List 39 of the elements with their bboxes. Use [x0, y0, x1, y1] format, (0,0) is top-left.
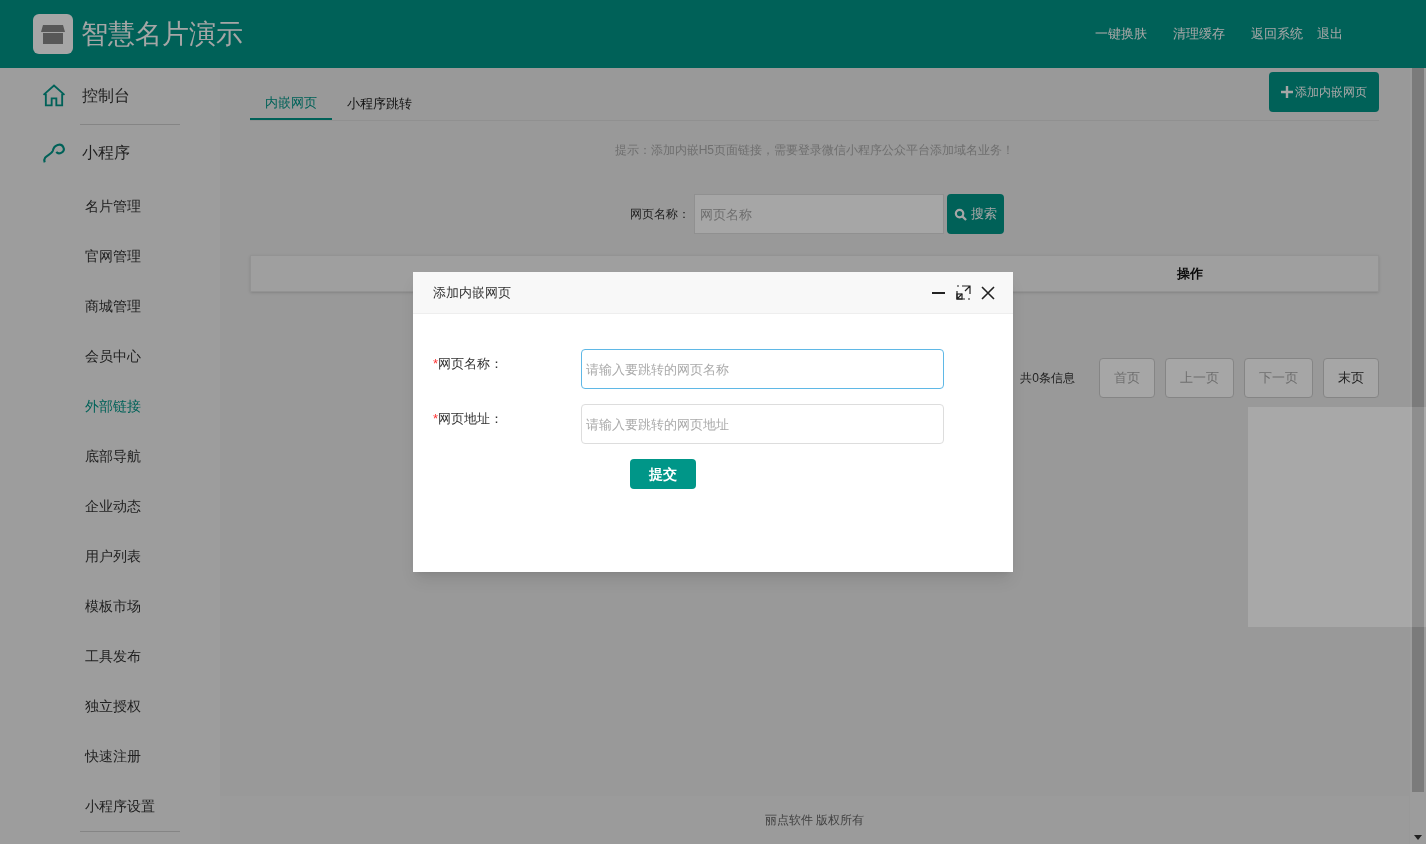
- search-label: 网页名称：: [630, 206, 690, 223]
- search-field[interactable]: 网页名称: [694, 194, 944, 234]
- header-link[interactable]: 退出: [1317, 24, 1343, 44]
- total-count: 共0条信息: [1020, 370, 1075, 387]
- input-field[interactable]: 请输入要跳转的网页名称: [581, 349, 944, 389]
- sidebar-item[interactable]: 官网管理: [0, 231, 220, 281]
- sidebar-item[interactable]: 企业动态: [0, 481, 220, 531]
- submit-button[interactable]: 提交: [630, 459, 696, 489]
- sidebar-item[interactable]: 快速注册: [0, 731, 220, 781]
- shop-logo-icon: [33, 14, 73, 54]
- column-header: 操作: [1177, 264, 1203, 283]
- copyright-text: 丽点软件 版权所有: [764, 812, 865, 829]
- sidebar-item[interactable]: 用户列表: [0, 531, 220, 581]
- header-link[interactable]: 清理缓存: [1173, 24, 1225, 44]
- sidebar-item[interactable]: 商城管理: [0, 281, 220, 331]
- add-webpage-button[interactable]: 添加内嵌网页: [1269, 72, 1379, 112]
- page-button[interactable]: 末页: [1323, 358, 1379, 398]
- search-button[interactable]: 搜索: [947, 194, 1004, 234]
- close-icon[interactable]: [981, 285, 995, 300]
- sidebar-item[interactable]: 独立授权: [0, 681, 220, 731]
- sidebar-section[interactable]: 小程序: [0, 125, 220, 181]
- sidebar-section[interactable]: 控制台: [0, 68, 220, 124]
- search-icon: [954, 207, 967, 221]
- header-link[interactable]: 一键换肤: [1095, 24, 1147, 44]
- app-title: 智慧名片演示: [81, 17, 243, 51]
- field-label: *网页名称：: [433, 355, 505, 373]
- sidebar-item[interactable]: 会员中心: [0, 331, 220, 381]
- tab[interactable]: 小程序跳转: [332, 88, 427, 120]
- sidebar-item[interactable]: 工具发布: [0, 631, 220, 681]
- field-label: *网页地址：: [433, 410, 505, 428]
- maximize-icon[interactable]: [956, 285, 971, 300]
- sidebar-item[interactable]: 名片管理: [0, 181, 220, 231]
- dialog-title: 添加内嵌网页: [433, 283, 511, 302]
- header-link[interactable]: 返回系统: [1251, 24, 1303, 44]
- input-field[interactable]: 请输入要跳转的网页地址: [581, 404, 944, 444]
- plus-icon: [1281, 86, 1293, 98]
- sidebar-item[interactable]: 小程序设置: [0, 781, 220, 831]
- sidebar-item[interactable]: 底部导航: [0, 431, 220, 481]
- sidebar-item[interactable]: 模板市场: [0, 581, 220, 631]
